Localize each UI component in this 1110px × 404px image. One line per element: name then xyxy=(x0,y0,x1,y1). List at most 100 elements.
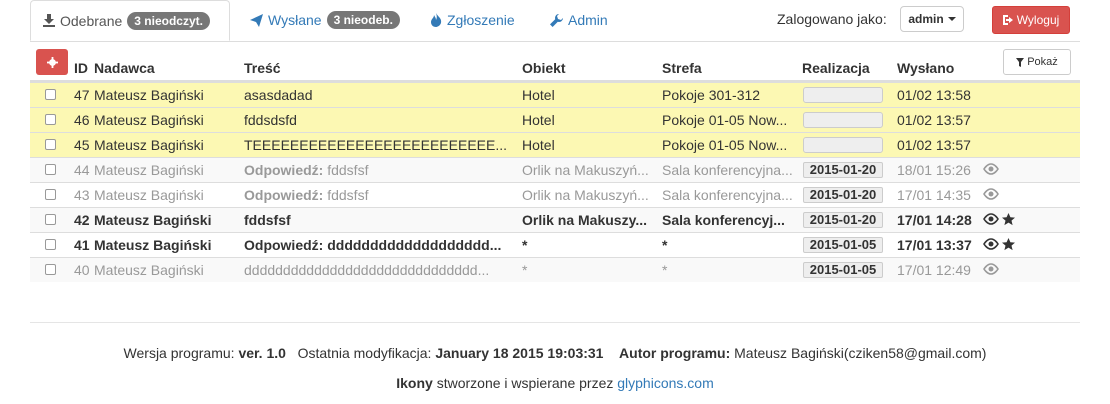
row-checkbox[interactable] xyxy=(45,214,56,225)
column-header-id[interactable]: ID xyxy=(74,60,88,76)
column-header-realization[interactable]: Realizacja xyxy=(802,60,870,76)
realization-date: 2015-01-05 xyxy=(803,262,883,278)
modified-label: Ostatnia modyfikacja: xyxy=(297,345,432,361)
column-header-zone[interactable]: Strefa xyxy=(662,60,702,76)
wrench-icon xyxy=(550,13,563,27)
footer-divider xyxy=(30,322,1080,323)
row-checkbox[interactable] xyxy=(45,264,56,275)
unreceived-badge: 3 nieodeb. xyxy=(326,11,400,29)
row-zone: Sala konferencyj... xyxy=(662,212,785,228)
tab-admin-label: Admin xyxy=(568,12,608,28)
row-checkbox[interactable] xyxy=(45,89,56,100)
unread-badge: 3 nieodczyt. xyxy=(127,11,210,30)
top-navigation: Odebrane 3 nieodczyt. Wysłane 3 nieodeb.… xyxy=(30,0,1080,42)
column-header-content[interactable]: Treść xyxy=(244,60,281,76)
table-row[interactable]: 40 Mateusz Bagiński dddddddddddddddddddddd… xyxy=(30,257,1080,282)
row-id: 42 xyxy=(74,212,90,228)
reply-prefix: Odpowiedź: xyxy=(244,162,324,178)
icons-label: Ikony xyxy=(396,375,433,391)
row-zone: Sala konferencyjna... xyxy=(662,187,793,203)
row-id: 41 xyxy=(74,237,90,253)
row-content-text: TEEEEEEEEEEEEEEEEEEEEEEEEEE... xyxy=(244,137,508,153)
row-checkbox[interactable] xyxy=(45,164,56,175)
filter-icon xyxy=(1016,57,1025,67)
row-content: TEEEEEEEEEEEEEEEEEEEEEEEEEE... xyxy=(244,133,512,157)
row-content: fddsdsfd xyxy=(244,108,512,132)
row-sent: 17/01 12:49 xyxy=(897,262,971,278)
row-sender: Mateusz Bagiński xyxy=(94,262,204,278)
row-checkbox[interactable] xyxy=(45,189,56,200)
table-row[interactable]: 47 Mateusz Bagiński asasdadad Hotel Pokoje 3… xyxy=(30,82,1080,107)
row-content-text: Odpowiedź: ddddddddddddddddddd... xyxy=(244,237,502,253)
column-header-sent[interactable]: Wysłano xyxy=(897,60,954,76)
row-zone: Pokoje 01-05 Now... xyxy=(662,112,788,128)
row-sender: Mateusz Bagiński xyxy=(94,212,212,228)
row-id: 43 xyxy=(74,187,90,203)
row-sent: 17/01 14:35 xyxy=(897,187,971,203)
row-object: Hotel xyxy=(522,87,555,103)
table-row[interactable]: 42 Mateusz Bagiński fddsfsf Orlik na Makusz… xyxy=(30,207,1080,232)
eye-icon xyxy=(983,188,999,200)
row-content: Odpowiedź: ddddddddddddddddddd... xyxy=(244,233,512,257)
version-value: ver. 1.0 xyxy=(238,345,286,361)
row-sender: Mateusz Bagiński xyxy=(94,162,204,178)
user-name: admin xyxy=(908,12,944,26)
tab-received-label: Odebrane xyxy=(60,12,123,29)
column-header-sender[interactable]: Nadawca xyxy=(94,60,155,76)
row-sent: 01/02 13:57 xyxy=(897,112,971,128)
tab-sent-label: Wysłane xyxy=(268,12,322,28)
row-zone: Sala konferencyjna... xyxy=(662,162,793,178)
column-header-object[interactable]: Obiekt xyxy=(522,60,566,76)
row-content-text: fddsfsf xyxy=(327,162,369,178)
eye-icon xyxy=(983,238,999,250)
star-icon xyxy=(1002,213,1015,226)
row-content-text: asasdadad xyxy=(244,87,313,103)
row-content: Odpowiedź: fddsfsf xyxy=(244,183,512,207)
table-row[interactable]: 44 Mateusz Bagiński Odpowiedź: fddsfsf Orli… xyxy=(30,157,1080,182)
footer-info: Wersja programu: ver. 1.0 Ostatnia modyf… xyxy=(0,345,1110,361)
row-checkbox[interactable] xyxy=(45,239,56,250)
tab-received[interactable]: Odebrane 3 nieodczyt. xyxy=(30,0,230,41)
tab-report[interactable]: Zgłoszenie xyxy=(431,0,515,40)
row-zone: Pokoje 301-312 xyxy=(662,87,761,103)
settings-button[interactable] xyxy=(36,49,68,75)
row-object: Orlik na Makuszy... xyxy=(522,212,648,228)
show-label: Pokaż xyxy=(1027,56,1058,68)
row-content: dddddddddddddddddddddddddddddd... xyxy=(244,258,512,282)
logout-button[interactable]: Wyloguj xyxy=(992,6,1070,34)
glyphicons-link[interactable]: glyphicons.com xyxy=(617,375,714,391)
row-icons xyxy=(983,263,999,275)
row-content-text: dddddddddddddddddddddddddddddd... xyxy=(244,262,490,278)
row-checkbox[interactable] xyxy=(45,139,56,150)
reply-prefix: Odpowiedź: xyxy=(244,187,324,203)
row-id: 45 xyxy=(74,137,90,153)
realization-date: 2015-01-20 xyxy=(803,212,883,228)
row-sender: Mateusz Bagiński xyxy=(94,137,204,153)
tab-sent[interactable]: Wysłane 3 nieodeb. xyxy=(250,0,400,40)
row-id: 40 xyxy=(74,262,90,278)
logout-icon xyxy=(1002,15,1013,25)
row-object: * xyxy=(522,262,528,278)
row-content: Odpowiedź: fddsfsf xyxy=(244,158,512,182)
author-label: Autor programu: xyxy=(619,345,731,361)
row-zone: Pokoje 01-05 Now... xyxy=(662,137,788,153)
table-row[interactable]: 46 Mateusz Bagiński fddsdsfd Hotel Pokoje 01… xyxy=(30,107,1080,132)
row-icons xyxy=(983,238,1015,251)
realization-date: 2015-01-20 xyxy=(803,187,883,203)
table-row[interactable]: 45 Mateusz Bagiński TEEEEEEEEEEEEEEEEEEEEE… xyxy=(30,132,1080,157)
realization-progress xyxy=(803,112,883,128)
table-row[interactable]: 43 Mateusz Bagiński Odpowiedź: fddsfsf Orli… xyxy=(30,182,1080,207)
row-object: Orlik na Makuszyń... xyxy=(522,162,649,178)
user-dropdown[interactable]: admin xyxy=(900,6,964,32)
row-sender: Mateusz Bagiński xyxy=(94,187,204,203)
row-object: Orlik na Makuszyń... xyxy=(522,187,649,203)
tab-admin[interactable]: Admin xyxy=(550,0,608,40)
row-checkbox[interactable] xyxy=(45,114,56,125)
row-zone: * xyxy=(662,237,668,253)
eye-icon xyxy=(983,263,999,275)
show-filter-button[interactable]: Pokaż xyxy=(1003,49,1071,75)
row-sent: 17/01 14:28 xyxy=(897,212,972,228)
caret-down-icon xyxy=(947,17,956,21)
table-row[interactable]: 41 Mateusz Bagiński Odpowiedź: ddddddddddd… xyxy=(30,232,1080,257)
row-object: * xyxy=(522,237,528,253)
